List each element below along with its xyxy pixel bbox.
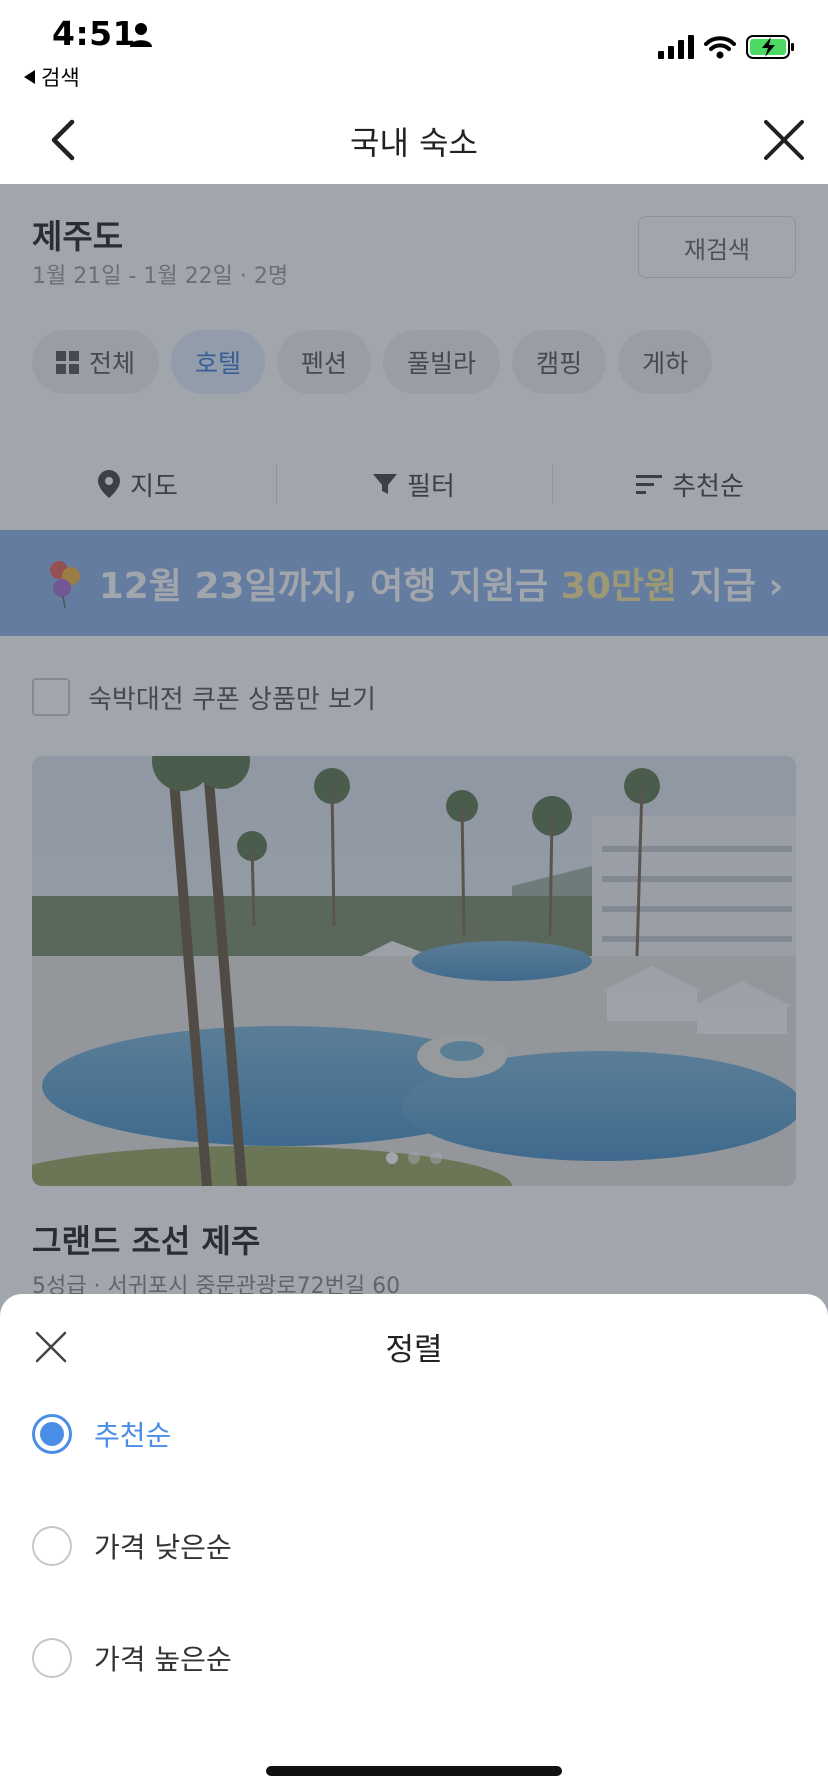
sort-option-price-high[interactable]: 가격 높은순 — [32, 1628, 232, 1688]
close-icon[interactable] — [762, 118, 806, 162]
status-bar: 4:51 검색 — [0, 0, 828, 96]
sort-option-price-low[interactable]: 가격 낮은순 — [32, 1516, 232, 1576]
nav-bar: 국내 숙소 — [0, 96, 828, 184]
home-indicator[interactable] — [266, 1766, 562, 1776]
status-time: 4:51 — [52, 14, 137, 53]
sort-option-recommended[interactable]: 추천순 — [32, 1404, 171, 1464]
status-indicators — [658, 34, 796, 60]
radio-unselected[interactable] — [32, 1638, 72, 1678]
radio-unselected[interactable] — [32, 1526, 72, 1566]
back-to-app-button[interactable]: 검색 — [24, 62, 80, 92]
sheet-title: 정렬 — [385, 1332, 443, 1368]
sort-option-label: 추천순 — [94, 1419, 172, 1452]
person-icon — [130, 23, 152, 47]
back-app-label: 검색 — [41, 66, 80, 90]
sort-option-label: 가격 낮은순 — [94, 1531, 232, 1564]
page-title: 국내 숙소 — [350, 124, 478, 162]
radio-selected[interactable] — [32, 1414, 72, 1454]
wifi-icon — [704, 36, 736, 59]
sort-option-label: 가격 높은순 — [94, 1643, 232, 1676]
battery-charging-icon — [746, 35, 794, 59]
sort-sheet: 정렬 추천순 가격 낮은순 가격 높은순 — [0, 1294, 828, 1792]
back-triangle-icon — [24, 70, 35, 84]
signal-icon — [658, 35, 694, 59]
